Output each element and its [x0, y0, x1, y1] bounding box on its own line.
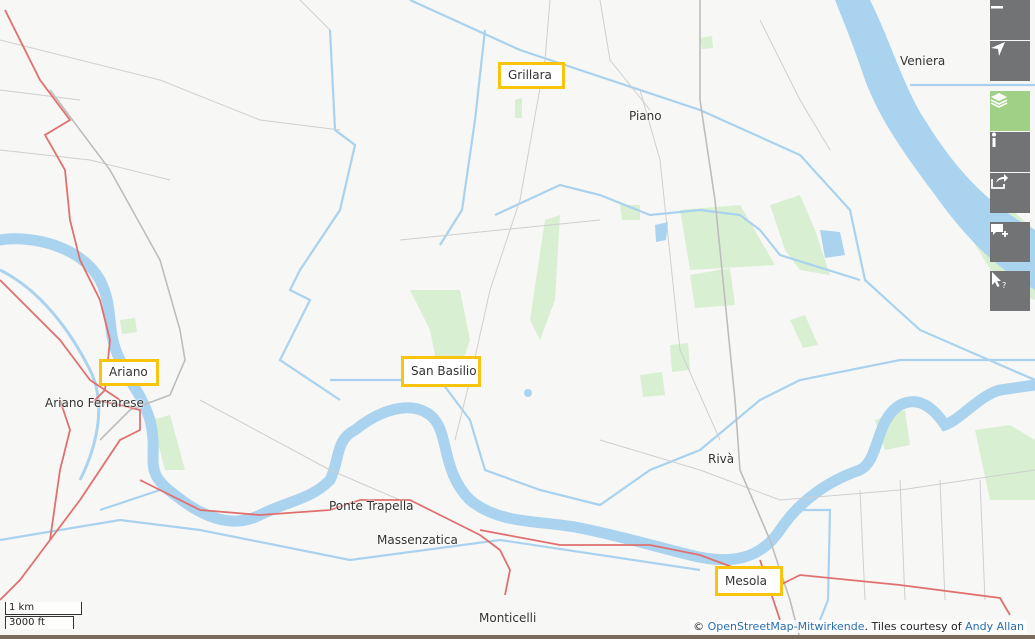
highlight-ariano[interactable]: Ariano — [99, 359, 159, 386]
scale-bar: 1 km 3000 ft — [5, 602, 82, 629]
river-po — [0, 233, 1035, 566]
svg-text:?: ? — [1002, 281, 1006, 289]
label-veniera: Veniera — [900, 54, 946, 68]
osm-link[interactable]: OpenStreetMap-Mitwirkende — [708, 620, 865, 633]
label-riva: Rivà — [708, 452, 735, 466]
locate-button[interactable] — [990, 41, 1030, 81]
map-canvas[interactable]: Veniera Piano Ariano Ferrarese Rivà Pont… — [0, 0, 1035, 639]
label-piano: Piano — [629, 109, 662, 123]
attribution: © OpenStreetMap-Mitwirkende. Tiles court… — [690, 620, 1027, 633]
label-ariano-ferrarese: Ariano Ferrarese — [45, 396, 144, 410]
info-icon — [992, 132, 996, 147]
bottom-strip — [0, 635, 1035, 639]
label-ponte-trapella: Ponte Trapella — [329, 499, 414, 513]
info-button[interactable] — [990, 132, 1030, 172]
minus-icon — [991, 6, 1003, 9]
share-button[interactable] — [990, 173, 1030, 213]
location-arrow-icon — [991, 42, 1005, 56]
attribution-middle: . Tiles courtesy of — [864, 620, 966, 633]
label-massenzatica: Massenzatica — [377, 533, 458, 547]
pointer-question-icon: ? — [992, 272, 1006, 289]
highlight-mesola[interactable]: Mesola — [715, 566, 783, 596]
highlight-grillara[interactable]: Grillara — [498, 62, 565, 89]
share-icon — [991, 174, 1008, 189]
scale-imperial: 3000 ft — [5, 616, 74, 629]
attribution-prefix: © — [693, 620, 708, 633]
boundaries — [0, 9, 1011, 621]
add-note-button[interactable] — [990, 222, 1030, 262]
author-link[interactable]: Andy Allan — [965, 620, 1024, 633]
scale-metric: 1 km — [5, 602, 82, 615]
layers-icon — [990, 93, 1008, 108]
map-layer — [0, 0, 1035, 639]
zoom-out-button[interactable] — [990, 0, 1030, 40]
label-monticelli: Monticelli — [479, 611, 537, 625]
comment-plus-icon — [991, 224, 1008, 237]
query-features-button[interactable]: ? — [990, 271, 1030, 311]
highlight-san-basilio[interactable]: San Basilio — [401, 356, 481, 387]
layers-button[interactable] — [990, 91, 1030, 131]
